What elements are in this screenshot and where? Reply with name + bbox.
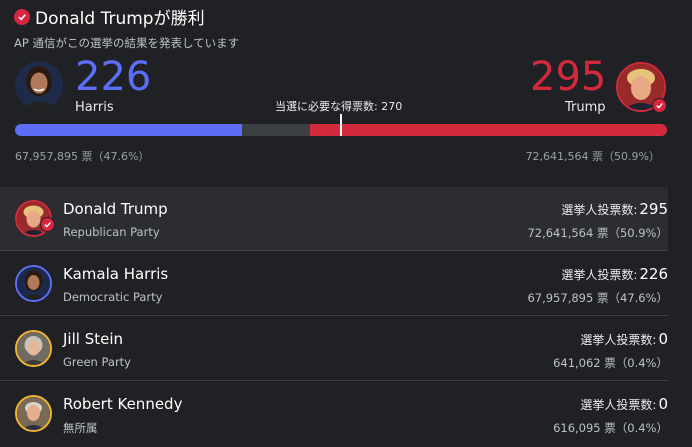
trump-popular-vote: 72,641,564 票（50.9%） [525, 150, 660, 163]
winner-check-icon [14, 8, 30, 25]
candidate-electoral-votes: 選挙人投票数: 0 [580, 395, 668, 413]
harris-popular-vote: 67,957,895 票（47.6%） [15, 150, 150, 163]
candidate-popular-vote: 616,095 票（0.4%） [553, 421, 668, 435]
candidate-popular-vote: 641,062 票（0.4%） [553, 356, 668, 370]
candidate-popular-vote: 72,641,564 票（50.9%） [527, 226, 668, 240]
candidate-electoral-votes: 選挙人投票数: 295 [561, 200, 668, 218]
harris-electoral-votes: 226 [75, 54, 152, 100]
candidate-row-kennedy[interactable]: Robert Kennedy 無所属 選挙人投票数: 0 616,095 票（0.… [0, 382, 668, 446]
candidate-name: Donald Trump [63, 200, 168, 218]
candidate-popular-vote: 67,957,895 票（47.6%） [527, 291, 668, 305]
candidate-electoral-votes: 選挙人投票数: 226 [561, 265, 668, 283]
harris-label: Harris [75, 100, 114, 115]
harris-avatar[interactable] [15, 61, 63, 109]
trump-winner-check-icon [652, 98, 667, 113]
source-note: AP 通信がこの選挙の結果を発表しています [14, 36, 240, 50]
threshold-marker [340, 114, 342, 136]
trump-electoral-votes: 295 [530, 54, 607, 100]
stein-row-avatar [15, 330, 52, 367]
threshold-label: 当選に必要な得票数: 270 [275, 100, 403, 113]
harris-bar-segment [15, 124, 242, 136]
harris-row-avatar [15, 265, 52, 302]
candidate-row-harris[interactable]: Kamala Harris Democratic Party 選挙人投票数: 22… [0, 252, 668, 316]
candidate-row-stein[interactable]: Jill Stein Green Party 選挙人投票数: 0 641,062 … [0, 317, 668, 381]
page-title: Donald Trumpが勝利 [35, 9, 205, 29]
candidate-name: Jill Stein [63, 330, 123, 348]
candidate-name: Kamala Harris [63, 265, 169, 283]
candidate-name: Robert Kennedy [63, 395, 183, 413]
trump-bar-segment [309, 124, 667, 136]
result-header: Donald Trumpが勝利 AP 通信がこの選挙の結果を発表しています [14, 4, 239, 51]
trump-row-winner-check-icon [40, 217, 55, 232]
kennedy-row-avatar [15, 395, 52, 432]
trump-label: Trump [565, 100, 606, 115]
candidate-party: Democratic Party [63, 290, 163, 304]
candidate-party: Green Party [63, 355, 131, 369]
candidate-party: 無所属 [63, 421, 98, 435]
candidate-party: Republican Party [63, 225, 160, 239]
candidate-electoral-votes: 選挙人投票数: 0 [580, 330, 668, 348]
candidate-row-trump[interactable]: Donald Trump Republican Party 選挙人投票数: 295… [0, 187, 668, 251]
